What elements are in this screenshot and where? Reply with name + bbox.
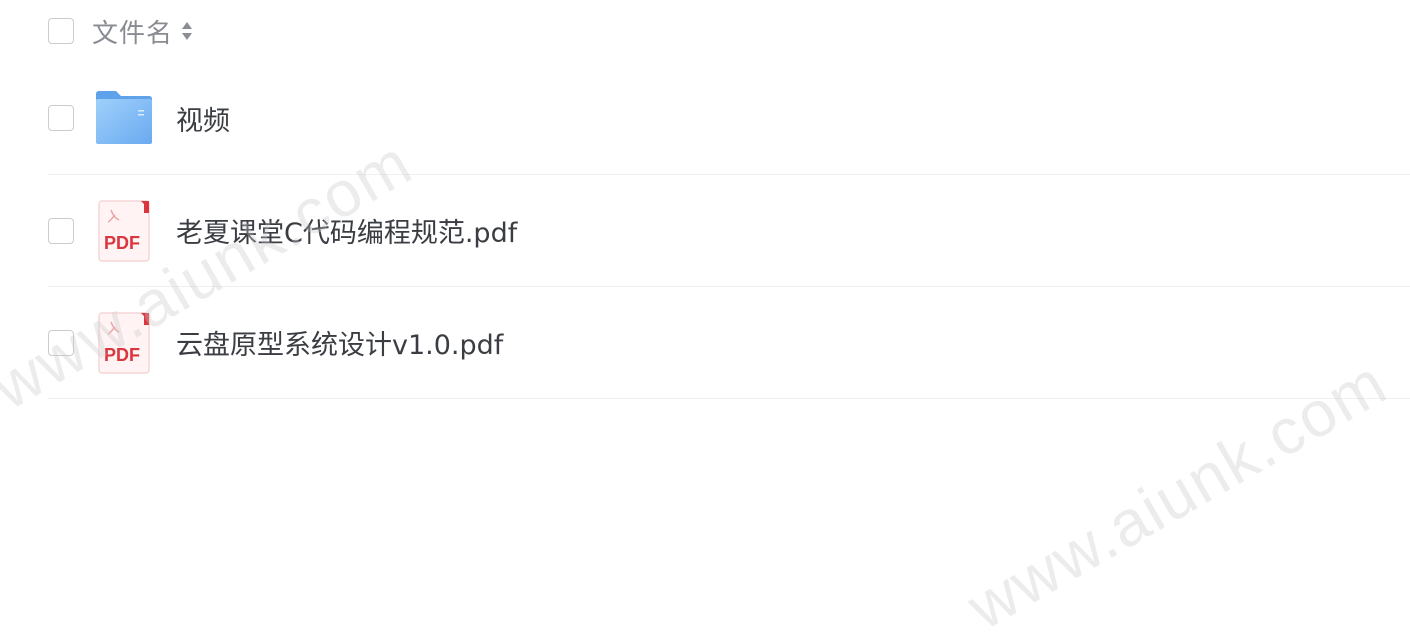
row-checkbox[interactable] [48, 105, 74, 131]
file-name[interactable]: 视频 [176, 99, 230, 138]
file-list-header: 文件名 [48, 0, 1410, 62]
select-all-checkbox[interactable] [48, 18, 74, 44]
file-row[interactable]: PDF 老夏课堂C代码编程规范.pdf [48, 175, 1410, 287]
pdf-icon: PDF [94, 199, 154, 262]
file-name[interactable]: 云盘原型系统设计v1.0.pdf [176, 323, 503, 362]
column-header-filename[interactable]: 文件名 [92, 13, 173, 50]
pdf-icon-label: PDF [104, 345, 140, 365]
file-row[interactable]: PDF 云盘原型系统设计v1.0.pdf [48, 287, 1410, 399]
sort-updown-icon[interactable] [181, 18, 193, 44]
pdf-icon-label: PDF [104, 233, 140, 253]
row-checkbox[interactable] [48, 217, 74, 244]
row-checkbox[interactable] [48, 329, 74, 356]
file-row[interactable]: 视频 [48, 62, 1410, 175]
file-list: 文件名 视频 PDF 老夏课堂C代码编程规范.pdf PDF 云盘原型系统设计v… [48, 0, 1410, 399]
pdf-icon: PDF [94, 311, 154, 374]
folder-icon [94, 88, 154, 148]
file-name[interactable]: 老夏课堂C代码编程规范.pdf [176, 211, 517, 250]
